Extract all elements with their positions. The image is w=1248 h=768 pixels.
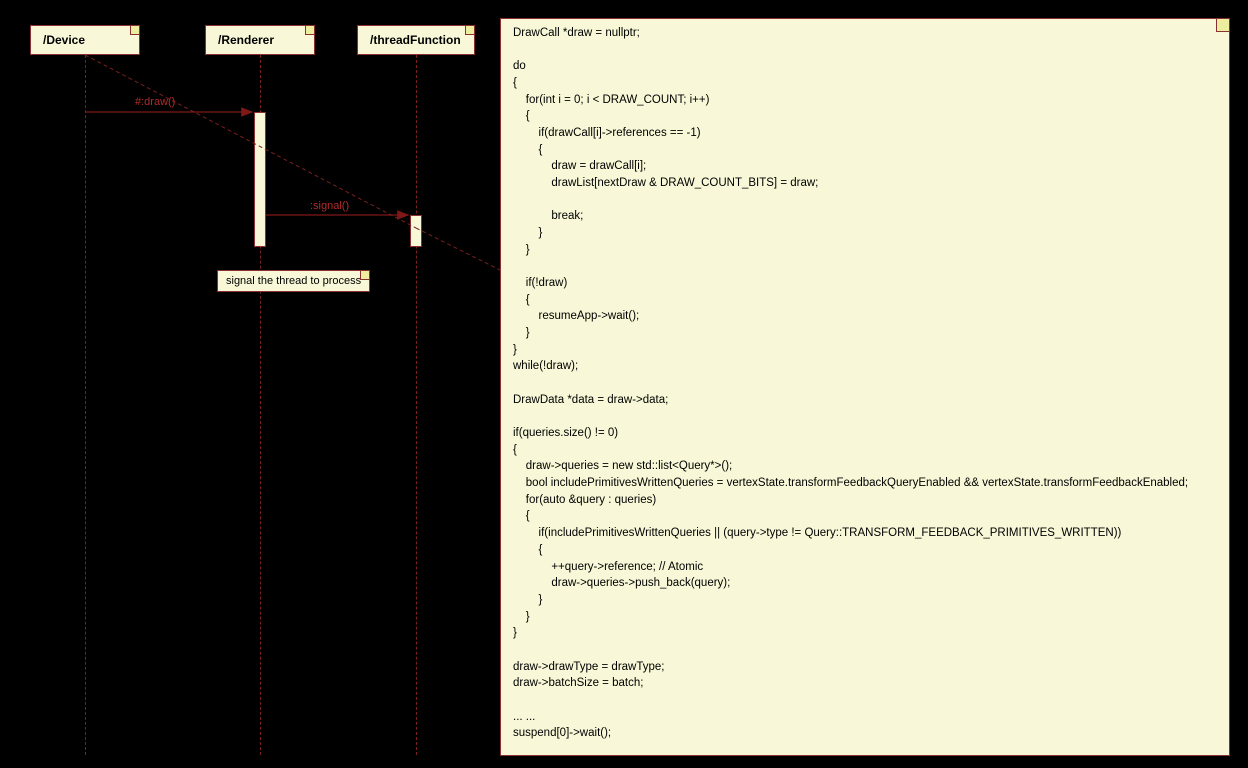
lifeline-renderer-head: /Renderer <box>205 25 315 55</box>
lifeline-device-line <box>85 55 86 755</box>
signal-note-text: signal the thread to process <box>226 275 361 287</box>
activation-renderer <box>254 112 266 247</box>
lifeline-threadfunction-label: /threadFunction <box>370 33 461 47</box>
code-panel-text: DrawCall *draw = nullptr; do { for(int i… <box>513 27 1188 756</box>
lifeline-threadfunction-line <box>416 55 417 755</box>
lifeline-threadfunction-head: /threadFunction <box>357 25 475 55</box>
lifeline-device-label: /Device <box>43 33 85 47</box>
code-panel: DrawCall *draw = nullptr; do { for(int i… <box>500 18 1230 756</box>
activation-threadfunction <box>410 215 422 247</box>
message-signal-label: :signal() <box>310 200 349 212</box>
lifeline-device-head: /Device <box>30 25 140 55</box>
signal-note: signal the thread to process <box>217 270 370 292</box>
lifeline-renderer-label: /Renderer <box>218 33 274 47</box>
message-draw-label: #:draw() <box>135 96 175 108</box>
